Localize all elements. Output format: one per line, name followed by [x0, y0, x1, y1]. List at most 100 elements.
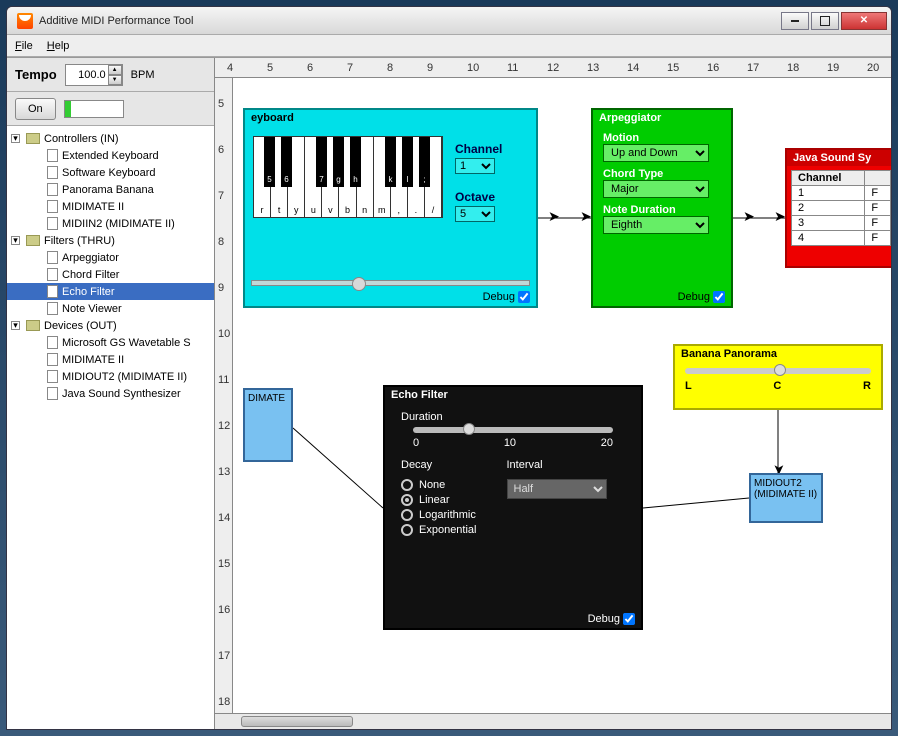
- midiout-node[interactable]: MIDIOUT2 (MIDIMATE II): [749, 473, 823, 523]
- tree-item[interactable]: Note Viewer: [7, 300, 214, 317]
- black-key[interactable]: l: [402, 137, 413, 187]
- tempo-input[interactable]: ▲ ▼: [65, 64, 123, 86]
- chord-select[interactable]: Major: [603, 180, 709, 198]
- java-sound-node[interactable]: Java Sound Sy Channel 1F 2F 3F 4F: [785, 148, 891, 268]
- on-button[interactable]: On: [15, 98, 56, 120]
- tree-item[interactable]: Java Sound Synthesizer: [7, 385, 214, 402]
- keyboard-node[interactable]: eyboard rtyuvbnm,./ 567ghkl; Channel 1 O…: [243, 108, 538, 308]
- arrow-icon: ➤: [548, 208, 560, 225]
- file-icon: [47, 353, 58, 366]
- tree-item[interactable]: Panorama Banana: [7, 181, 214, 198]
- arrow-icon: ➤: [580, 208, 592, 225]
- duration-select[interactable]: Eighth: [603, 216, 709, 234]
- interval-label: Interval: [507, 459, 607, 471]
- black-key[interactable]: ;: [419, 137, 430, 187]
- pan-slider[interactable]: [685, 368, 871, 374]
- tree-controllers[interactable]: ▾Controllers (IN): [7, 130, 214, 147]
- tree-item[interactable]: Chord Filter: [7, 266, 214, 283]
- decay-exp[interactable]: Exponential: [401, 524, 477, 536]
- tempo-down[interactable]: ▼: [108, 75, 122, 85]
- channel-table[interactable]: Channel 1F 2F 3F 4F: [791, 170, 891, 246]
- tree-filters[interactable]: ▾Filters (THRU): [7, 232, 214, 249]
- motion-select[interactable]: Up and Down: [603, 144, 709, 162]
- echo-filter-node[interactable]: Echo Filter Duration 01020 Decay None Li…: [383, 385, 643, 630]
- black-key[interactable]: 7: [316, 137, 327, 187]
- arpeggiator-node[interactable]: Arpeggiator MotionUp and Down Chord Type…: [591, 108, 733, 308]
- menu-help[interactable]: Help: [47, 40, 70, 52]
- menubar: File Help: [7, 35, 891, 57]
- file-icon: [47, 336, 58, 349]
- window-title: Additive MIDI Performance Tool: [39, 15, 781, 27]
- banana-panorama-node[interactable]: Banana Panorama LCR: [673, 344, 883, 410]
- tempo-unit: BPM: [131, 69, 155, 81]
- folder-icon: [26, 133, 40, 144]
- maximize-button[interactable]: [811, 12, 839, 30]
- piano-keyboard[interactable]: rtyuvbnm,./ 567ghkl;: [253, 136, 443, 218]
- node-title: Java Sound Sy: [787, 150, 891, 166]
- file-icon: [47, 268, 58, 281]
- tree-item[interactable]: MIDIIN2 (MIDIMATE II): [7, 215, 214, 232]
- tree-item[interactable]: MIDIMATE II: [7, 351, 214, 368]
- node-title: Echo Filter: [385, 387, 641, 403]
- table-row: 3F: [792, 216, 891, 231]
- tree-item-selected[interactable]: Echo Filter: [7, 283, 214, 300]
- node-title: Arpeggiator: [593, 110, 731, 126]
- tree-item[interactable]: Software Keyboard: [7, 164, 214, 181]
- tree-item[interactable]: Microsoft GS Wavetable S: [7, 334, 214, 351]
- folder-icon: [26, 235, 40, 246]
- file-icon: [47, 251, 58, 264]
- tree-devices[interactable]: ▾Devices (OUT): [7, 317, 214, 334]
- tree-item[interactable]: Arpeggiator: [7, 249, 214, 266]
- node-title: eyboard: [245, 110, 536, 126]
- midimate-node[interactable]: DIMATE: [243, 388, 293, 462]
- file-icon: [47, 200, 58, 213]
- tempo-up[interactable]: ▲: [108, 65, 122, 75]
- octave-select[interactable]: 5: [455, 206, 495, 222]
- tempo-label: Tempo: [15, 67, 57, 82]
- duration-label: Duration: [401, 411, 625, 423]
- black-key[interactable]: g: [333, 137, 344, 187]
- tree-item[interactable]: MIDIOUT2 (MIDIMATE II): [7, 368, 214, 385]
- file-icon: [47, 183, 58, 196]
- tree-item[interactable]: Extended Keyboard: [7, 147, 214, 164]
- tree-item[interactable]: MIDIMATE II: [7, 198, 214, 215]
- decay-none[interactable]: None: [401, 479, 477, 491]
- black-key[interactable]: h: [350, 137, 361, 187]
- canvas-area: 4567891011121314151617181920 56789101112…: [215, 58, 891, 729]
- black-key[interactable]: 6: [281, 137, 292, 187]
- java-icon: [17, 13, 33, 29]
- device-tree[interactable]: ▾Controllers (IN) Extended Keyboard Soft…: [7, 126, 214, 729]
- titlebar[interactable]: Additive MIDI Performance Tool: [7, 7, 891, 35]
- file-icon: [47, 166, 58, 179]
- decay-log[interactable]: Logarithmic: [401, 509, 477, 521]
- debug-checkbox[interactable]: [518, 291, 530, 303]
- arrow-icon: ➤: [774, 208, 786, 225]
- debug-checkbox[interactable]: [623, 613, 635, 625]
- close-button[interactable]: [841, 12, 887, 30]
- minimize-button[interactable]: [781, 12, 809, 30]
- debug-label: Debug: [588, 613, 620, 625]
- patch-canvas[interactable]: ➤ ➤ ➤ ➤ ➤ eyboard rtyuvbnm,./ 567ghkl; C…: [233, 78, 891, 713]
- file-icon: [47, 285, 58, 298]
- left-panel: Tempo ▲ ▼ BPM On ▾Controllers (IN) Exten…: [7, 58, 215, 729]
- channel-select[interactable]: 1: [455, 158, 495, 174]
- duration-label: Note Duration: [603, 204, 676, 216]
- channel-label: Channel: [455, 142, 502, 156]
- interval-select[interactable]: Half: [507, 479, 607, 499]
- debug-checkbox[interactable]: [713, 291, 725, 303]
- level-meter: [64, 100, 124, 118]
- octave-label: Octave: [455, 190, 495, 204]
- decay-linear[interactable]: Linear: [401, 494, 477, 506]
- motion-label: Motion: [603, 132, 639, 144]
- duration-slider[interactable]: [413, 427, 613, 433]
- menu-file[interactable]: File: [15, 40, 33, 52]
- keyboard-scrollbar[interactable]: [251, 280, 530, 286]
- file-icon: [47, 217, 58, 230]
- vertical-ruler: 56789101112131415161718: [215, 78, 233, 713]
- decay-label: Decay: [401, 459, 477, 471]
- black-key[interactable]: 5: [264, 137, 275, 187]
- horizontal-scrollbar[interactable]: [215, 713, 891, 729]
- tempo-field[interactable]: [66, 67, 108, 83]
- file-icon: [47, 149, 58, 162]
- black-key[interactable]: k: [385, 137, 396, 187]
